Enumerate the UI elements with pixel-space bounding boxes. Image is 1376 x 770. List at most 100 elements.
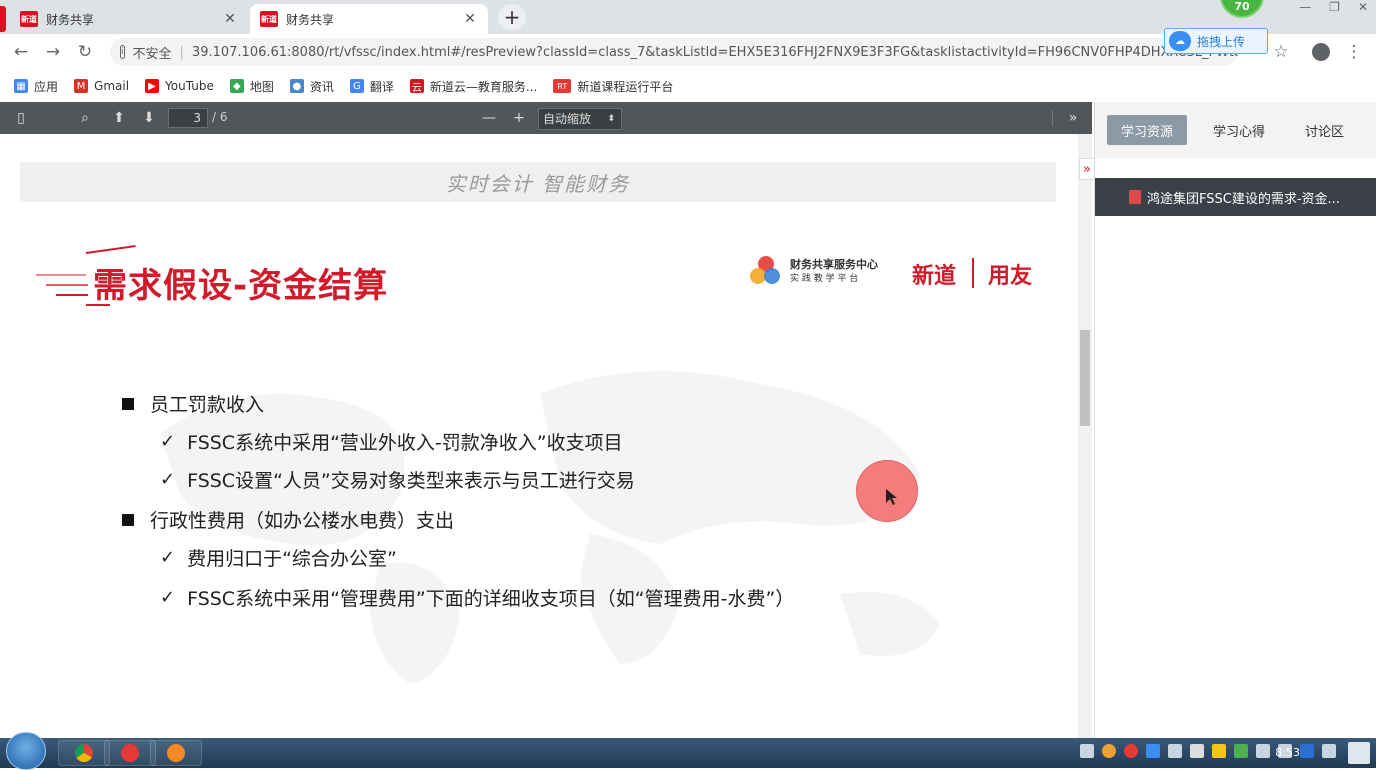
minimize-icon[interactable]: —: [1299, 0, 1311, 14]
zoom-in-button[interactable]: +: [508, 108, 530, 128]
list-item: ✓ FSSC系统中采用“营业外收入-罚款净收入”收支项目: [160, 428, 623, 455]
star-icon[interactable]: ☆: [1270, 41, 1292, 63]
app-orange-icon: [167, 744, 185, 762]
tray-app-icon[interactable]: [1124, 744, 1138, 758]
tab-1[interactable]: 新道 财务共享 ✕: [10, 4, 248, 34]
page-number-input[interactable]: 3: [168, 108, 208, 128]
reload-icon[interactable]: ↻: [74, 41, 96, 63]
signal-icon[interactable]: [1322, 744, 1336, 758]
chrome-taskbar-button[interactable]: [58, 740, 110, 766]
separator: |: [179, 44, 184, 60]
forward-icon[interactable]: →: [42, 41, 64, 63]
list-item: ✓ FSSC设置“人员”交易对象类型来表示与员工进行交易: [160, 466, 635, 493]
menu-kebab-icon[interactable]: ⋮: [1343, 41, 1365, 63]
bookmark-course-platform[interactable]: RT 新道课程运行平台: [553, 78, 673, 95]
title-decoration: [85, 245, 136, 254]
info-icon[interactable]: i: [120, 45, 125, 59]
bookmark-maps[interactable]: ◆ 地图: [229, 78, 274, 95]
bookmark-label: 新道课程运行平台: [577, 79, 674, 94]
bullet-text: 员工罚款收入: [150, 394, 265, 416]
tab-learning-notes[interactable]: 学习心得: [1199, 115, 1279, 145]
bookmark-apps[interactable]: ▦ 应用: [14, 78, 58, 95]
tab-discussion[interactable]: 讨论区: [1291, 115, 1358, 145]
bluetooth-icon[interactable]: [1300, 744, 1314, 758]
app-red-icon: [121, 744, 139, 762]
keyboard-icon[interactable]: [1080, 744, 1094, 758]
profile-icon[interactable]: [1310, 41, 1332, 63]
new-tab-button[interactable]: +: [498, 4, 526, 30]
zoom-select[interactable]: 自动缩放 ⬍: [538, 108, 622, 130]
chrome-icon: [75, 744, 93, 762]
tab-title: 财务共享: [46, 12, 95, 27]
close-icon[interactable]: ✕: [462, 11, 478, 27]
title-decoration: [56, 294, 88, 296]
translate-icon: G: [349, 79, 364, 93]
tray-app-icon[interactable]: [1212, 744, 1226, 758]
bookmark-label: 地图: [249, 79, 274, 94]
sub-bullet-text: 费用归口于“综合办公室”: [187, 548, 397, 570]
tools-expand-icon[interactable]: »: [1062, 108, 1084, 128]
flag-icon[interactable]: [1234, 744, 1248, 758]
zoom-out-button[interactable]: —: [478, 108, 500, 128]
collapse-panel-icon[interactable]: »: [1079, 158, 1095, 180]
bullet-text: 行政性费用（如办公楼水电费）支出: [150, 510, 455, 532]
brand-line-2: 实 践 教 学 平 台: [790, 274, 859, 284]
app-taskbar-button[interactable]: [150, 740, 202, 766]
taskbar-clock[interactable]: 8:53: [1275, 746, 1300, 759]
device-icon[interactable]: [1256, 744, 1270, 758]
bookmark-news[interactable]: ● 资讯: [289, 78, 334, 95]
tray-app-icon[interactable]: [1190, 744, 1204, 758]
search-icon[interactable]: ⌕: [74, 108, 96, 128]
toolbar-divider: [1052, 110, 1053, 126]
next-page-icon[interactable]: ⬇: [138, 108, 160, 128]
show-desktop-button[interactable]: [1348, 742, 1370, 764]
app-taskbar-button[interactable]: [104, 740, 156, 766]
xindao-brand: 新道: [912, 264, 957, 289]
scrollbar-thumb[interactable]: [1080, 330, 1090, 426]
cursor-icon: [886, 489, 897, 505]
url-text[interactable]: 39.107.106.61:8080/rt/vfssc/index.html#/…: [192, 45, 1238, 60]
security-label[interactable]: 不安全: [133, 43, 172, 62]
brand-line-1: 财务共享服务中心: [790, 258, 878, 271]
close-icon[interactable]: ✕: [222, 11, 238, 27]
check-icon: ✓: [160, 587, 176, 608]
window-edge-accent: [0, 6, 6, 32]
restore-icon[interactable]: ❐: [1329, 0, 1340, 14]
pdf-scrollbar[interactable]: [1078, 134, 1092, 738]
check-icon: ✓: [160, 431, 176, 452]
previous-page-icon[interactable]: ⬆: [108, 108, 130, 128]
gmail-icon: M: [74, 79, 89, 93]
sidebar-toggle-icon[interactable]: ▯: [10, 108, 32, 128]
resource-title: 鸿途集团FSSC建设的需求-资金...: [1147, 191, 1340, 207]
bookmark-xindao-cloud[interactable]: 云新道云—教育服务...: [409, 78, 537, 95]
bookmark-translate[interactable]: G 翻译: [349, 78, 394, 95]
cloud-icon[interactable]: [1146, 744, 1160, 758]
list-item: 员工罚款收入: [122, 390, 264, 417]
sub-bullet-text: FSSC设置“人员”交易对象类型来表示与员工进行交易: [187, 470, 635, 492]
bookmark-youtube[interactable]: ▶ YouTube: [145, 79, 214, 93]
tab-learning-resources[interactable]: 学习资源: [1107, 115, 1188, 145]
start-button[interactable]: [6, 732, 46, 770]
tab-2[interactable]: 新道 财务共享 ✕: [250, 4, 488, 34]
bookmark-label: 资讯: [309, 79, 334, 94]
address-bar[interactable]: i 不安全 | 39.107.106.61:8080/rt/vfssc/inde…: [110, 38, 1238, 66]
tray-app-icon[interactable]: [1102, 744, 1116, 758]
bookmark-label: 翻译: [369, 79, 394, 94]
bookmark-gmail[interactable]: M Gmail: [74, 79, 129, 93]
cloud-upload-icon: ☁: [1169, 31, 1191, 51]
xindao-cloud-icon: 云: [409, 79, 424, 94]
bookmark-label: YouTube: [165, 79, 214, 93]
check-icon: ✓: [160, 547, 176, 568]
chevron-updown-icon: ⬍: [607, 114, 615, 124]
panel-tabs: 学习资源 学习心得 讨论区: [1095, 102, 1376, 158]
resource-item[interactable]: 鸿途集团FSSC建设的需求-资金...: [1095, 178, 1376, 216]
windows-taskbar: 8:53: [0, 732, 1376, 770]
window-controls: — ❐ ✕: [1299, 0, 1368, 14]
drag-upload-button[interactable]: ☁ 拖拽上传: [1164, 28, 1268, 54]
close-window-icon[interactable]: ✕: [1358, 0, 1368, 14]
notification-badge[interactable]: 70: [1220, 0, 1264, 18]
page-total: / 6: [212, 110, 228, 124]
input-method-icon[interactable]: [1168, 744, 1182, 758]
back-icon[interactable]: ←: [10, 41, 32, 63]
tab-title: 财务共享: [286, 12, 335, 27]
